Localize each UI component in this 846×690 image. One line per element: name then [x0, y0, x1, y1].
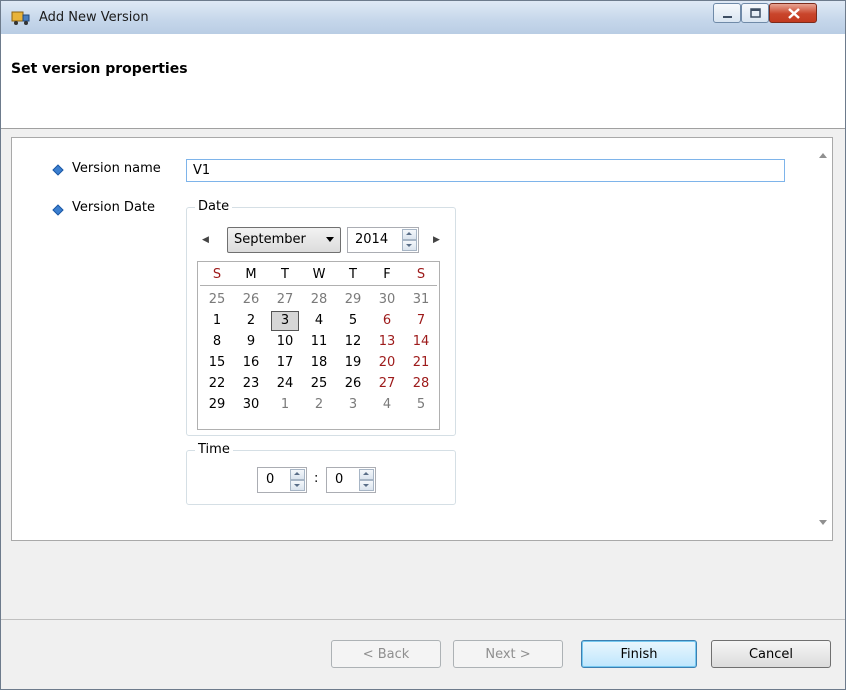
year-down-arrow-icon[interactable]	[402, 240, 417, 251]
scroll-up-arrow-icon[interactable]	[819, 153, 827, 158]
version-date-label: Version Date	[72, 200, 156, 215]
time-group-legend: Time	[195, 442, 233, 457]
prev-month-arrow-icon[interactable]: ◀	[202, 235, 209, 245]
calendar-day[interactable]: 4	[370, 395, 404, 415]
next-month-arrow-icon[interactable]: ▶	[433, 235, 440, 245]
calendar-day[interactable]: 14	[404, 332, 438, 352]
year-value: 2014	[355, 232, 389, 247]
time-separator: :	[314, 471, 319, 486]
month-select[interactable]: September	[227, 227, 341, 253]
minute-up-arrow-icon[interactable]	[359, 469, 374, 480]
dialog-window: Add New Version Set version properties V…	[0, 0, 846, 690]
finish-button[interactable]: Finish	[581, 640, 697, 668]
calendar-day-selected[interactable]: 3	[271, 311, 299, 331]
back-button[interactable]: < Back	[331, 640, 441, 668]
calendar-day[interactable]: 18	[302, 353, 336, 373]
minute-value: 0	[335, 472, 344, 487]
calendar-day[interactable]: 29	[336, 290, 370, 310]
calendar-day[interactable]: 25	[200, 290, 234, 310]
calendar-day[interactable]: 27	[370, 374, 404, 394]
calendar-day[interactable]: 2	[234, 311, 268, 331]
calendar-day[interactable]: 27	[268, 290, 302, 310]
weekday-header: T	[281, 267, 289, 282]
hour-down-arrow-icon[interactable]	[290, 480, 305, 491]
properties-panel: Version name Version Date Date ◀ Septemb…	[11, 137, 833, 541]
calendar-day[interactable]: 26	[234, 290, 268, 310]
calendar-grid: S M T W T F S 25 26 27 28 29 30 31 1 2 3…	[197, 261, 440, 430]
calendar-day[interactable]: 24	[268, 374, 302, 394]
chevron-down-icon	[326, 237, 334, 242]
calendar-day[interactable]: 8	[200, 332, 234, 352]
minimize-button[interactable]	[713, 3, 741, 23]
calendar-day[interactable]: 28	[404, 374, 438, 394]
calendar-day[interactable]: 25	[302, 374, 336, 394]
cancel-button[interactable]: Cancel	[711, 640, 831, 668]
calendar-day[interactable]: 5	[404, 395, 438, 415]
title-bar[interactable]: Add New Version	[1, 1, 845, 34]
calendar-day[interactable]: 20	[370, 353, 404, 373]
calendar-day[interactable]: 30	[370, 290, 404, 310]
month-value: September	[234, 232, 306, 247]
time-group: Time 0 : 0	[186, 442, 456, 505]
calendar-day[interactable]: 17	[268, 353, 302, 373]
calendar-day[interactable]: 9	[234, 332, 268, 352]
hour-up-arrow-icon[interactable]	[290, 469, 305, 480]
vertical-scrollbar[interactable]	[814, 139, 831, 539]
calendar-day[interactable]: 1	[200, 311, 234, 331]
calendar-day[interactable]: 7	[404, 311, 438, 331]
close-icon	[788, 8, 800, 19]
calendar-day[interactable]: 4	[302, 311, 336, 331]
close-button[interactable]	[769, 3, 817, 23]
year-spinner[interactable]: 2014	[347, 227, 419, 253]
required-field-icon	[52, 204, 64, 216]
weekday-header: S	[212, 267, 222, 282]
scroll-down-arrow-icon[interactable]	[819, 520, 827, 525]
maximize-icon	[750, 8, 761, 18]
date-group: Date ◀ September 2014 ▶ S M T W T F S 25…	[186, 199, 456, 436]
minimize-icon	[723, 16, 732, 18]
calendar-day[interactable]: 2	[302, 395, 336, 415]
weekday-header: F	[383, 267, 391, 282]
required-field-icon	[52, 164, 64, 176]
next-button[interactable]: Next >	[453, 640, 563, 668]
calendar-day[interactable]: 15	[200, 353, 234, 373]
calendar-day[interactable]: 6	[370, 311, 404, 331]
footer-divider	[1, 619, 845, 620]
calendar-day[interactable]: 10	[268, 332, 302, 352]
calendar-day[interactable]: 26	[336, 374, 370, 394]
minute-spinner[interactable]: 0	[326, 467, 376, 493]
page-title: Set version properties	[11, 61, 188, 77]
weekday-header: W	[312, 267, 326, 282]
calendar-day[interactable]: 16	[234, 353, 268, 373]
weekday-header: S	[416, 267, 426, 282]
maximize-button[interactable]	[741, 3, 769, 23]
calendar-day[interactable]: 12	[336, 332, 370, 352]
hour-value: 0	[266, 472, 275, 487]
calendar-day[interactable]: 22	[200, 374, 234, 394]
year-up-arrow-icon[interactable]	[402, 229, 417, 240]
truck-app-icon	[11, 11, 30, 25]
calendar-day[interactable]: 23	[234, 374, 268, 394]
calendar-day[interactable]: 5	[336, 311, 370, 331]
minute-down-arrow-icon[interactable]	[359, 480, 374, 491]
weekday-header: M	[245, 267, 257, 282]
window-title: Add New Version	[39, 10, 149, 25]
calendar-day[interactable]: 1	[268, 395, 302, 415]
date-group-legend: Date	[195, 199, 233, 214]
weekday-header: T	[349, 267, 357, 282]
version-name-input[interactable]	[186, 159, 785, 182]
calendar-day[interactable]: 28	[302, 290, 336, 310]
calendar-day[interactable]: 19	[336, 353, 370, 373]
calendar-day[interactable]: 13	[370, 332, 404, 352]
calendar-day[interactable]: 31	[404, 290, 438, 310]
hour-spinner[interactable]: 0	[257, 467, 307, 493]
calendar-day[interactable]: 29	[200, 395, 234, 415]
wizard-header: Set version properties	[1, 34, 845, 129]
calendar-day[interactable]: 11	[302, 332, 336, 352]
calendar-day[interactable]: 21	[404, 353, 438, 373]
calendar-day[interactable]: 3	[336, 395, 370, 415]
calendar-day[interactable]: 30	[234, 395, 268, 415]
weekday-header-row: S M T W T F S	[200, 265, 437, 286]
version-name-label: Version name	[72, 161, 161, 176]
